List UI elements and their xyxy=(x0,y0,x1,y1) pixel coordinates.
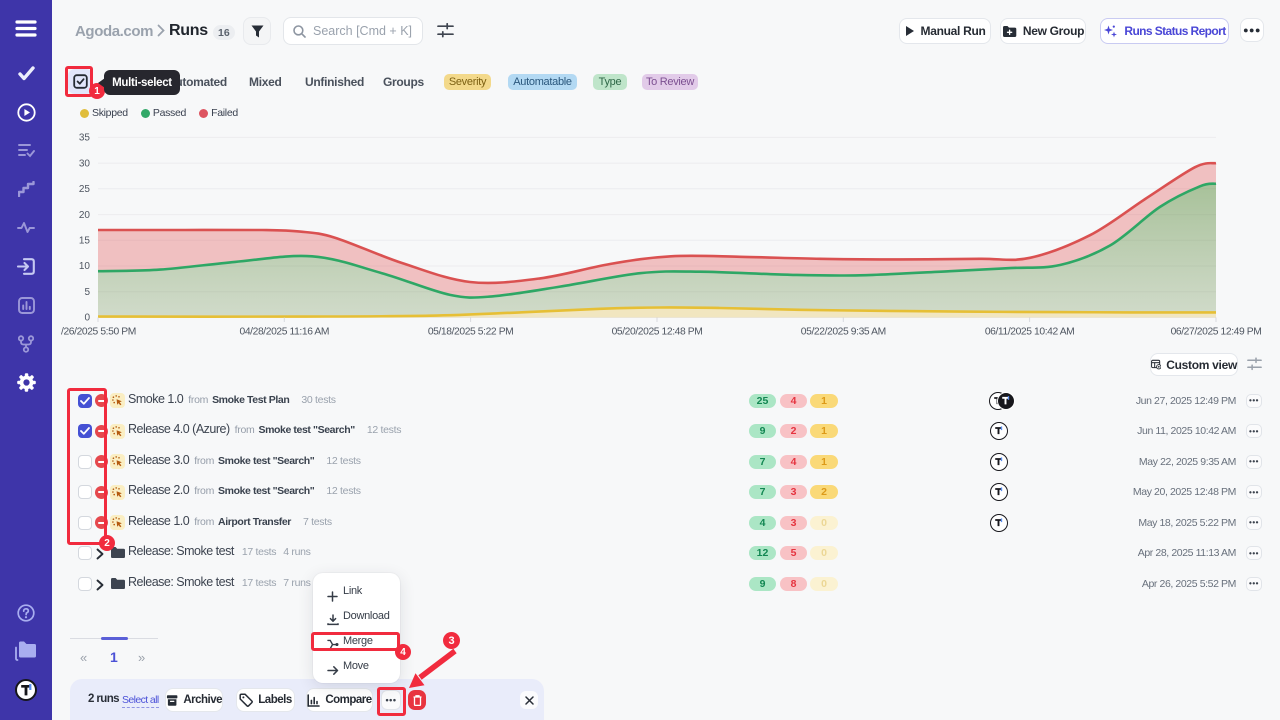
svg-text:06/27/2025 12:49 PM: 06/27/2025 12:49 PM xyxy=(1171,327,1262,338)
svg-text:04/28/2025 11:16 AM: 04/28/2025 11:16 AM xyxy=(240,327,330,338)
svg-text:20: 20 xyxy=(79,210,91,221)
svg-text:25: 25 xyxy=(79,184,91,195)
svg-text:/26/2025 5:50 PM: /26/2025 5:50 PM xyxy=(61,327,136,338)
svg-text:05/22/2025 9:35 AM: 05/22/2025 9:35 AM xyxy=(801,327,886,338)
svg-text:5: 5 xyxy=(84,287,90,298)
svg-text:35: 35 xyxy=(79,133,91,144)
svg-text:06/11/2025 10:42 AM: 06/11/2025 10:42 AM xyxy=(985,327,1075,338)
svg-text:10: 10 xyxy=(79,261,91,272)
svg-text:30: 30 xyxy=(79,158,91,169)
svg-text:05/20/2025 12:48 PM: 05/20/2025 12:48 PM xyxy=(612,327,703,338)
svg-text:0: 0 xyxy=(84,313,90,324)
svg-text:05/18/2025 5:22 PM: 05/18/2025 5:22 PM xyxy=(428,327,514,338)
svg-text:15: 15 xyxy=(79,236,91,247)
